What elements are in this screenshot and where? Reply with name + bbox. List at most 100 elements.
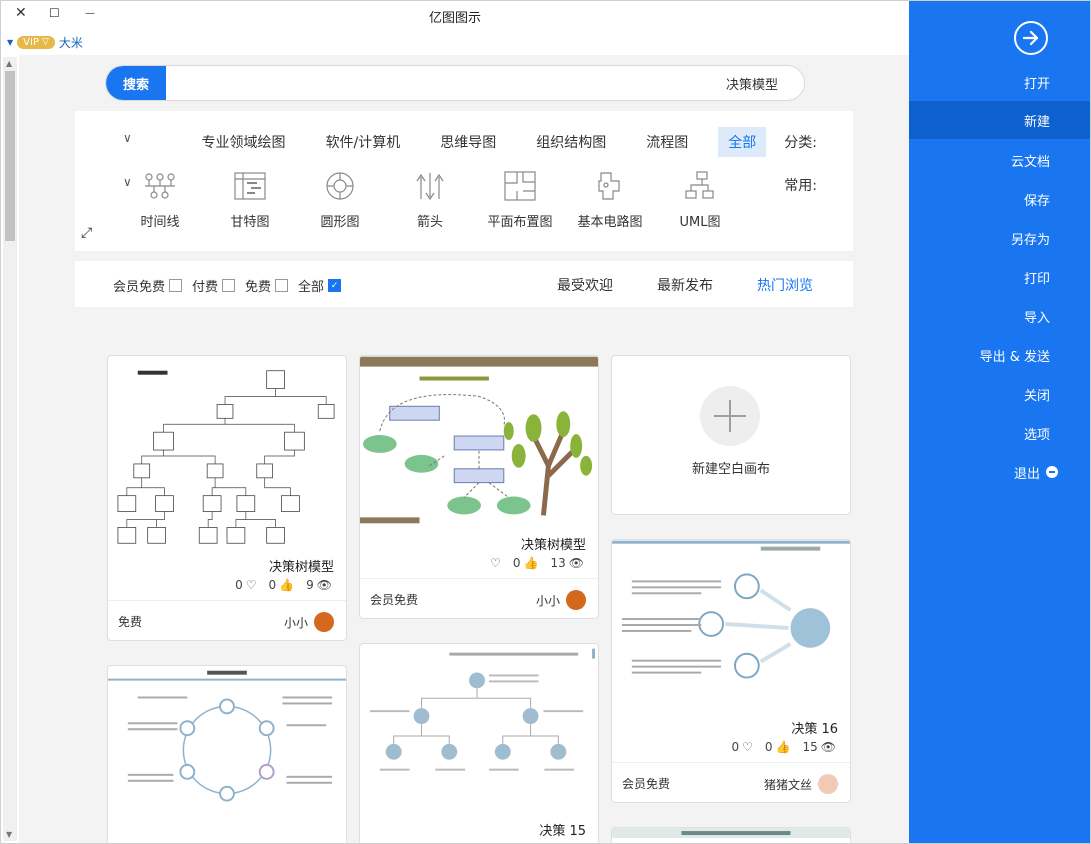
views-stat: 👁 9 [306, 578, 332, 592]
template-card[interactable]: 决策 16 👁 15 👍 0 ♡ 0 猪猪文丝 会员免费 [611, 539, 851, 803]
tab-hot[interactable]: 热门浏览 [757, 275, 813, 295]
common-item-label: 时间线 [140, 215, 180, 230]
template-footer: 小小 免费 [108, 600, 346, 640]
sidebar-item-options[interactable]: 选项 [909, 414, 1090, 452]
common-item-uml[interactable]: UML图 [655, 171, 745, 230]
views-stat: 👁 15 [802, 740, 836, 754]
views-stat: 👁 13 [550, 556, 584, 570]
filter-all-checkbox[interactable]: ✓ 全部 [298, 276, 342, 295]
scroll-down-icon[interactable]: ▼ [6, 830, 12, 839]
common-item-circuit[interactable]: 基本电路图 [565, 171, 655, 230]
template-thumbnail [369, 648, 596, 771]
category-org-chart[interactable]: 组织结构图 [526, 127, 616, 157]
scroll-up-icon[interactable]: ▲ [6, 59, 12, 68]
likes-stat[interactable]: 👍 0 [269, 578, 295, 592]
maximize-icon[interactable]: ☐ [49, 6, 60, 20]
favorite-stat[interactable]: ♡ 0 [731, 740, 752, 754]
sidebar-item-save[interactable]: 保存 [909, 180, 1090, 218]
avatar [314, 612, 334, 632]
timeline-icon [145, 173, 175, 199]
category-all[interactable]: 全部 [718, 127, 767, 157]
heart-icon: ♡ [490, 556, 501, 570]
sidebar-item-export[interactable]: 导出 & 发送 [909, 336, 1090, 374]
author-name: 小小 [535, 593, 560, 608]
sidebar-item-print[interactable]: 打印 [909, 258, 1090, 296]
filter-free-checkbox[interactable]: 免费 [245, 276, 289, 295]
common-item-gantt[interactable]: 甘特图 [205, 171, 295, 230]
favorite-stat[interactable]: ♡ 0 [235, 578, 256, 592]
favorites-count: 0 [235, 578, 243, 592]
category-row: 分类: 全部 流程图 组织结构图 思维导图 软件/计算机 专业领域绘图 [172, 127, 817, 157]
filter-paid-checkbox[interactable]: 付费 [192, 276, 236, 295]
template-card[interactable] [107, 665, 347, 843]
common-item-floorplan[interactable]: 平面布置图 [475, 171, 565, 230]
likes-stat[interactable]: 👍 0 [513, 556, 539, 570]
template-thumbnail [360, 356, 598, 524]
favorite-stat[interactable]: ♡ [487, 556, 501, 570]
tab-latest[interactable]: 最新发布 [657, 275, 713, 295]
likes-stat[interactable]: 👍 0 [765, 740, 791, 754]
scrollbar[interactable]: ▲ ▼ [3, 57, 17, 841]
common-item-arrow[interactable]: 箭头 [385, 171, 475, 230]
checkbox-icon [222, 279, 236, 292]
template-title: 决策树模型 [268, 560, 334, 575]
username[interactable]: 大米 [59, 34, 83, 51]
template-card[interactable] [611, 827, 851, 843]
filter-member-checkbox[interactable]: 会员免费 [113, 276, 183, 295]
new-blank-canvas-card[interactable]: 新建空白画布 [611, 355, 851, 515]
category-mindmap[interactable]: 思维导图 [430, 127, 506, 157]
sidebar-item-new[interactable]: 新建 [909, 101, 1090, 139]
author[interactable]: 小小 [284, 612, 334, 632]
thumb-up-icon: 👍 [523, 556, 539, 570]
category-professional[interactable]: 专业领域绘图 [192, 127, 296, 157]
user-bar: ▼ VIP ▽ 大米 [1, 31, 83, 53]
uml-icon [685, 171, 714, 199]
sidebar-item-cloud[interactable]: 云文档 [909, 141, 1090, 179]
common-item-timeline[interactable]: 时间线 [115, 171, 205, 230]
title-bar: 亿图图示 ✕ ☐ — [1, 1, 909, 31]
chevron-down-icon[interactable]: ∨ [123, 131, 132, 145]
new-canvas-label: 新建空白画布 [691, 462, 770, 477]
eye-icon: 👁 [316, 578, 332, 592]
heart-icon: ♡ [245, 578, 257, 592]
sidebar-item-open[interactable]: 打开 [909, 63, 1090, 101]
close-icon[interactable]: ✕ [15, 5, 27, 21]
price-label: 会员免费 [622, 777, 671, 791]
author[interactable]: 小小 [536, 590, 586, 610]
template-card[interactable]: 决策树模型 👁 13 👍 0 ♡ 小小 会员免费 [359, 355, 599, 619]
search-input[interactable] [168, 66, 788, 100]
likes-count: 0 [512, 556, 521, 570]
common-item-label: 箭头 [416, 215, 443, 230]
scrollbar-thumb[interactable] [5, 71, 15, 241]
back-button[interactable] [1014, 21, 1048, 55]
dropdown-arrow-icon[interactable]: ▼ [7, 38, 13, 47]
category-software[interactable]: 软件/计算机 [316, 127, 411, 157]
template-footer: 猪猪文丝 会员免费 [612, 762, 850, 802]
template-card[interactable]: 决策 15 [359, 643, 599, 843]
author[interactable]: 猪猪文丝 [764, 774, 838, 794]
search-button[interactable]: 搜索 [106, 66, 166, 100]
tab-popular[interactable]: 最受欢迎 [557, 275, 613, 295]
category-flowchart[interactable]: 流程图 [636, 127, 698, 157]
sidebar-item-import[interactable]: 导入 [909, 297, 1090, 335]
minimize-icon[interactable]: — [85, 8, 95, 19]
price-label: 会员免费 [370, 593, 419, 607]
checkbox-label: 免费 [245, 280, 272, 295]
exit-label: 退出 [1013, 466, 1040, 482]
template-thumbnail [108, 670, 346, 802]
avatar [818, 774, 838, 794]
plus-icon [700, 386, 760, 446]
minus-circle-icon [1046, 466, 1058, 478]
template-card[interactable]: 决策树模型 👁 9 👍 0 ♡ 0 小小 免费 [107, 355, 347, 641]
backstage-sidebar: 打开 新建 云文档 保存 另存为 打印 导入 导出 & 发送 关闭 选项 退出 [909, 1, 1090, 843]
sidebar-item-close[interactable]: 关闭 [909, 375, 1090, 413]
vip-badge[interactable]: VIP ▽ [17, 35, 55, 49]
sidebar-item-save-as[interactable]: 另存为 [909, 219, 1090, 257]
expand-icon[interactable]: ⤢ [81, 225, 92, 241]
checkbox-icon [169, 279, 183, 292]
common-item-circle[interactable]: 圆形图 [295, 171, 385, 230]
template-footer: 小小 会员免费 [360, 578, 598, 618]
template-title: 决策树模型 [520, 538, 586, 553]
sidebar-item-exit[interactable]: 退出 [909, 453, 1090, 491]
template-title: 决策 15 [539, 824, 586, 839]
